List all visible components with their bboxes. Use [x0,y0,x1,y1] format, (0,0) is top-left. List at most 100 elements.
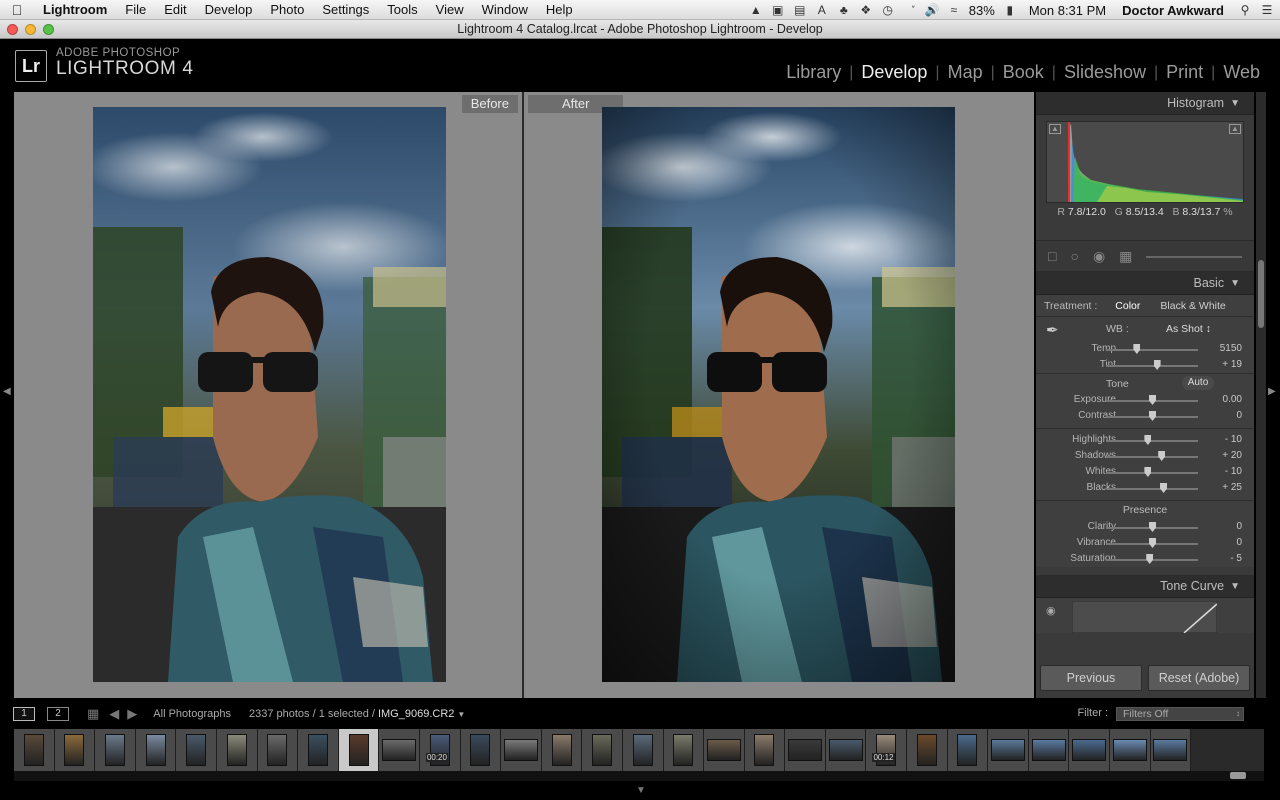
secondary-window-button[interactable]: 2 [47,707,69,721]
clock[interactable]: Mon 8:31 PM [1029,3,1106,18]
collapse-triangle-icon[interactable]: ▼ [1230,581,1240,592]
wifi-icon[interactable]: ≈ [947,3,961,17]
filmstrip-thumbnail[interactable] [907,729,948,771]
adobe-icon[interactable]: A [815,3,829,17]
slider-tint[interactable]: Tint+ 19 [1036,357,1254,373]
filmstrip-thumbnail[interactable] [95,729,136,771]
module-map[interactable]: Map [940,62,991,83]
slider-shadows[interactable]: Shadows + 20 [1036,448,1254,464]
slider-saturation[interactable]: Saturation - 5 [1036,551,1254,567]
spotlight-icon[interactable]: ⚲ [1238,3,1252,17]
apple-icon[interactable]:  [0,2,34,18]
evernote-icon[interactable]: ♣ [837,3,851,17]
module-slideshow[interactable]: Slideshow [1056,62,1154,83]
slider-track[interactable] [1106,349,1198,351]
menu-view[interactable]: View [427,2,473,17]
slider-value[interactable]: + 25 [1222,482,1242,493]
slider-value[interactable]: + 20 [1222,450,1242,461]
filmstrip-thumbnail[interactable] [54,729,96,771]
slider-value[interactable]: - 5 [1230,553,1242,564]
filmstrip-thumbnail[interactable] [1069,729,1111,771]
slider-value[interactable]: 0 [1236,410,1242,421]
after-pane[interactable]: After [526,92,1034,698]
treatment-bw[interactable]: Black & White [1160,300,1225,312]
slider-contrast[interactable]: Contrast 0 [1036,408,1254,424]
filmstrip-thumbnail[interactable] [14,729,55,771]
primary-window-button[interactable]: 1 [13,707,35,721]
slider-whites[interactable]: Whites - 10 [1036,464,1254,480]
slider-value[interactable]: - 10 [1225,434,1242,445]
basic-header[interactable]: Basic ▼ [1036,272,1254,295]
filmstrip-thumbnail[interactable] [825,729,867,771]
filmstrip-thumbnail[interactable] [622,729,664,771]
previous-button[interactable]: Previous [1040,665,1142,691]
slider-track[interactable] [1106,488,1198,490]
selected-filename[interactable]: IMG_9069.CR2 [378,708,454,720]
filmstrip-thumbnail[interactable] [216,729,258,771]
slider-track[interactable] [1106,456,1198,458]
slider-vibrance[interactable]: Vibrance 0 [1036,535,1254,551]
module-develop[interactable]: Develop [853,62,935,83]
filmstrip-thumbnail[interactable] [785,729,826,771]
module-print[interactable]: Print [1158,62,1211,83]
filmstrip-thumbnail[interactable] [176,729,217,771]
slider-temp[interactable]: Temp 5150 [1036,341,1254,357]
back-arrow-icon[interactable]: ◀ [109,706,119,722]
menu-settings[interactable]: Settings [313,2,378,17]
targeted-adjust-icon[interactable]: ◉ [1046,604,1056,617]
menu-edit[interactable]: Edit [155,2,195,17]
grid-view-icon[interactable]: ▦ [87,706,99,722]
slider-knob[interactable] [1149,395,1156,405]
filmstrip-thumbnail[interactable] [1150,729,1192,771]
reset-button[interactable]: Reset (Adobe) [1148,665,1250,691]
filmstrip-thumbnail[interactable] [460,729,502,771]
terminal-icon[interactable]: ▤ [793,3,807,17]
slider-track[interactable] [1106,440,1198,442]
filmstrip-thumbnail[interactable] [947,729,989,771]
filmstrip-thumbnail[interactable] [1110,729,1151,771]
filmstrip-thumbnail[interactable] [704,729,745,771]
filmstrip-thumbnail[interactable] [744,729,786,771]
slider-knob[interactable] [1149,411,1156,421]
slider-exposure[interactable]: Exposure 0.00 [1036,392,1254,408]
filmstrip-thumbnail[interactable] [988,729,1029,771]
minimize-window-button[interactable] [25,24,36,35]
treatment-color[interactable]: Color [1115,300,1140,312]
battery-icon[interactable]: ▮ [1003,3,1017,17]
wb-select[interactable]: As Shot ↕ [1166,323,1211,335]
time-machine-icon[interactable]: ◷ [881,3,895,17]
camera-icon[interactable]: ▣ [771,3,785,17]
graduated-filter-icon[interactable]: ▦ [1119,248,1132,265]
red-eye-icon[interactable]: ◉ [1093,248,1105,265]
bluetooth-icon[interactable]: ٘ [903,3,917,17]
filmstrip-thumbnail[interactable] [501,729,542,771]
source-label[interactable]: All Photographs [153,708,231,720]
filmstrip-thumbnail[interactable] [582,729,623,771]
dropbox-icon[interactable]: ❖ [859,3,873,17]
forward-arrow-icon[interactable]: ▶ [127,706,137,722]
crop-tool-icon[interactable]: □ [1048,248,1056,264]
slider-track[interactable] [1106,365,1198,367]
filter-select[interactable]: Filters Off ↕ [1116,707,1244,721]
filmstrip-thumbnail[interactable] [1028,729,1070,771]
panel-scrollbar[interactable] [1256,92,1266,698]
module-library[interactable]: Library [778,62,849,83]
auto-tone-button[interactable]: Auto [1182,376,1214,390]
histogram-graph[interactable]: ▲ ▲ [1046,121,1244,203]
collapse-triangle-icon[interactable]: ▼ [1230,278,1240,289]
battery-percent[interactable]: 83% [969,3,995,18]
module-book[interactable]: Book [995,62,1052,83]
user-name[interactable]: Doctor Awkward [1122,3,1224,18]
menu-tools[interactable]: Tools [378,2,426,17]
slider-value[interactable]: 0 [1236,537,1242,548]
slider-track[interactable] [1106,472,1198,474]
volume-icon[interactable]: 🔊 [925,3,940,17]
filmstrip-thumbnail[interactable] [338,729,380,771]
drive-icon[interactable]: ▲ [749,3,763,17]
slider-value[interactable]: - 10 [1225,466,1242,477]
menu-app[interactable]: Lightroom [34,2,116,17]
notification-icon[interactable]: ☰ [1260,3,1274,17]
slider-knob[interactable] [1153,360,1161,370]
module-web[interactable]: Web [1215,62,1268,83]
before-pane[interactable]: Before [15,92,524,698]
